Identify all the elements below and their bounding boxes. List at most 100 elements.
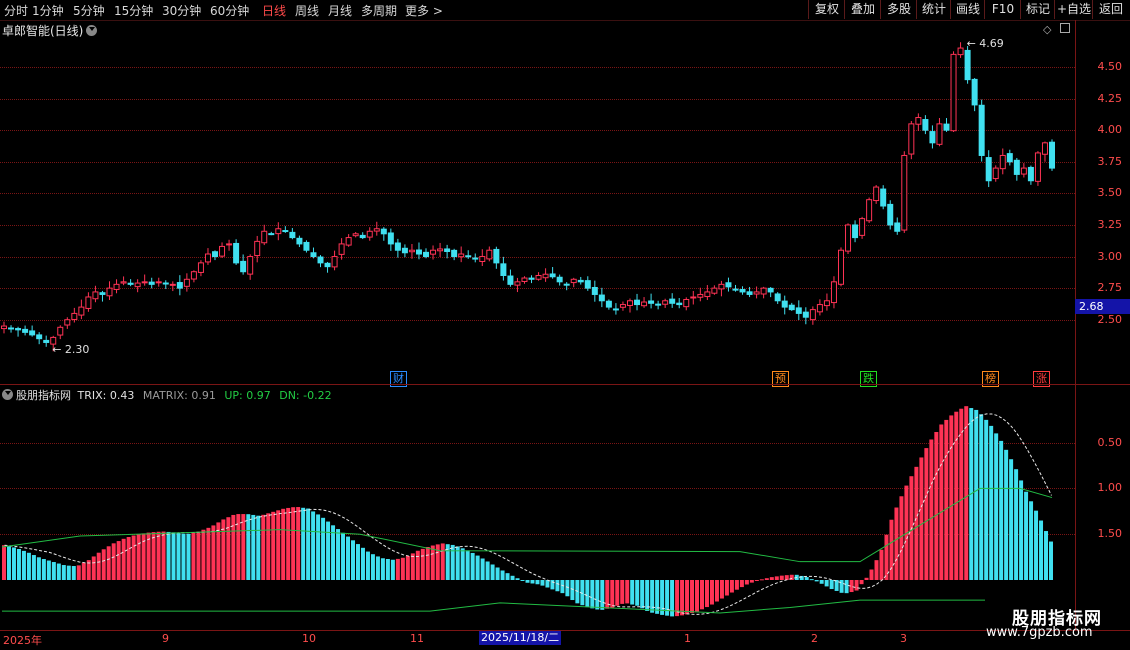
trix-bar — [655, 580, 660, 614]
mark-button[interactable]: 标记 — [1020, 0, 1055, 19]
trix-bar — [191, 532, 196, 580]
trix-bar — [181, 533, 186, 580]
candle-body — [219, 245, 226, 257]
candle-body — [619, 304, 626, 308]
tab-multi-period[interactable]: 多周期 — [361, 2, 397, 19]
trix-bar — [71, 566, 76, 580]
candle-body — [894, 222, 901, 232]
matrix-line — [4, 413, 1052, 615]
candle-body — [331, 256, 338, 268]
tab-1min[interactable]: 1分钟 — [32, 2, 64, 19]
candle-body — [901, 154, 908, 231]
trix-bar — [355, 544, 360, 580]
trix-bar — [26, 552, 31, 580]
price-tick-label: 4.00 — [1097, 123, 1123, 137]
watermark-url: www.7gpzb.com — [986, 625, 1093, 640]
candle-body — [929, 131, 936, 144]
statistics-button[interactable]: 统计 — [916, 0, 951, 19]
trix-bar — [450, 544, 455, 580]
trix-bar — [595, 580, 600, 610]
candle-body — [317, 256, 324, 264]
trix-bar — [924, 448, 929, 580]
tab-15min[interactable]: 15分钟 — [114, 2, 153, 19]
trix-bar — [1044, 531, 1049, 580]
trix-bar — [709, 580, 714, 605]
trix-bar — [415, 550, 420, 580]
tab-60min[interactable]: 60分钟 — [210, 2, 249, 19]
xaxis-label: 2 — [811, 632, 818, 645]
trix-bar — [610, 580, 615, 608]
candle-body — [626, 300, 633, 306]
trix-bar — [2, 545, 6, 580]
trix-bar — [286, 507, 291, 580]
trix-bar — [321, 517, 326, 580]
candle-body — [830, 281, 837, 304]
trix-bar — [899, 496, 904, 580]
add-watchlist-button[interactable]: +自选 — [1054, 0, 1093, 19]
candle-body — [1020, 167, 1027, 175]
candle-body — [648, 300, 655, 304]
candle-body — [999, 154, 1006, 170]
candle-body — [1013, 159, 1020, 175]
candlestick-chart[interactable]: ← 4.69 ← 2.30 — [0, 35, 1075, 380]
price-tick-label: 3.25 — [1097, 217, 1123, 231]
trix-bar — [949, 415, 954, 580]
trix-bar — [390, 559, 395, 580]
candle-body — [29, 330, 36, 336]
tab-weekly[interactable]: 周线 — [295, 2, 319, 19]
trix-bar — [46, 560, 51, 580]
tab-5min[interactable]: 5分钟 — [73, 2, 105, 19]
candle-body — [662, 300, 669, 305]
tab-30min[interactable]: 30分钟 — [162, 2, 201, 19]
tab-fenshi[interactable]: 分时 — [4, 2, 28, 19]
xaxis-label: 1 — [684, 632, 691, 645]
candle-body — [816, 304, 823, 313]
trix-bar — [714, 580, 719, 602]
f10-button[interactable]: F10 — [984, 0, 1021, 19]
trix-bar — [979, 414, 984, 580]
candle-body — [289, 231, 296, 239]
trix-bar — [51, 562, 56, 580]
candle-body — [535, 275, 542, 280]
candle-body — [64, 319, 71, 326]
candle-body — [500, 263, 507, 277]
candle-body — [310, 252, 317, 258]
candle-body — [415, 249, 422, 255]
panel-toggle-icon[interactable] — [1060, 23, 1070, 33]
candle-body — [106, 287, 113, 297]
candle-body — [704, 291, 711, 298]
price-tick-label: 3.50 — [1097, 186, 1123, 200]
candle-body — [577, 279, 584, 283]
trix-bar — [121, 538, 126, 580]
candle-body — [873, 186, 880, 202]
trix-bar — [829, 580, 834, 590]
candle-body — [183, 278, 190, 287]
trix-bar — [590, 580, 595, 609]
overlay-button[interactable]: 叠加 — [844, 0, 881, 19]
candle-body — [204, 253, 211, 263]
trix-bar — [61, 565, 66, 580]
back-button[interactable]: 返回 — [1092, 0, 1129, 19]
trix-bar — [864, 577, 869, 580]
trix-bar — [385, 558, 390, 580]
trix-bar — [739, 580, 744, 588]
candle-body — [978, 104, 985, 156]
draw-line-button[interactable]: 画线 — [950, 0, 985, 19]
trix-bar — [241, 514, 246, 580]
trix-bar — [256, 515, 261, 580]
candle-body — [408, 249, 415, 253]
trix-chart[interactable] — [0, 400, 1075, 630]
candle-body — [85, 296, 92, 309]
tab-daily[interactable]: 日线 — [262, 2, 286, 19]
candle-body — [57, 326, 64, 336]
restore-rights-button[interactable]: 复权 — [808, 0, 845, 19]
tab-monthly[interactable]: 月线 — [328, 2, 352, 19]
candle-body — [1027, 166, 1034, 182]
candle-body — [542, 273, 549, 279]
trix-bar — [660, 580, 665, 615]
trix-bar — [744, 580, 749, 585]
tab-more[interactable]: 更多 > — [405, 2, 443, 19]
multi-stock-button[interactable]: 多股 — [880, 0, 917, 19]
trix-bar — [804, 577, 809, 580]
indicator-dropdown-icon[interactable] — [2, 389, 13, 400]
